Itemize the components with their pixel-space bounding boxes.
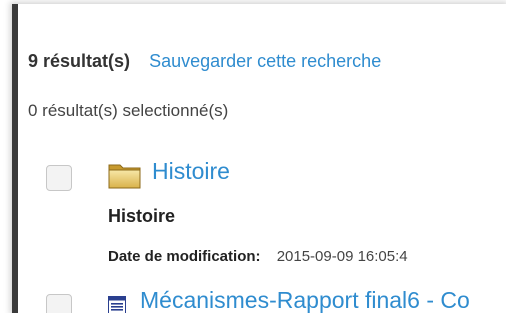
result-title-link[interactable]: Mécanismes-Rapport final6 - Co (140, 287, 470, 313)
result-checkbox[interactable] (46, 294, 72, 313)
result-checkbox[interactable] (46, 165, 72, 191)
modified-date-label: Date de modification: (108, 248, 261, 265)
search-results-panel: 9 résultat(s) Sauvegarder cette recherch… (12, 4, 506, 313)
save-search-link[interactable]: Sauvegarder cette recherche (149, 51, 381, 71)
result-title-link[interactable]: Histoire (152, 158, 230, 185)
result-item: Histoire Histoire Date de modification: … (12, 152, 506, 292)
result-modified-date: Date de modification: 2015-09-09 16:05:4 (108, 248, 408, 265)
result-item: Mécanismes-Rapport final6 - Co (12, 286, 506, 313)
selected-count: 0 résultat(s) selectionné(s) (28, 101, 229, 120)
folder-icon (108, 164, 141, 189)
results-count: 9 résultat(s) (28, 51, 131, 71)
modified-date-value: 2015-09-09 16:05:4 (276, 248, 408, 265)
result-subtitle: Histoire (108, 206, 176, 226)
document-icon (108, 296, 126, 313)
results-summary: 9 résultat(s) Sauvegarder cette recherch… (28, 51, 381, 72)
